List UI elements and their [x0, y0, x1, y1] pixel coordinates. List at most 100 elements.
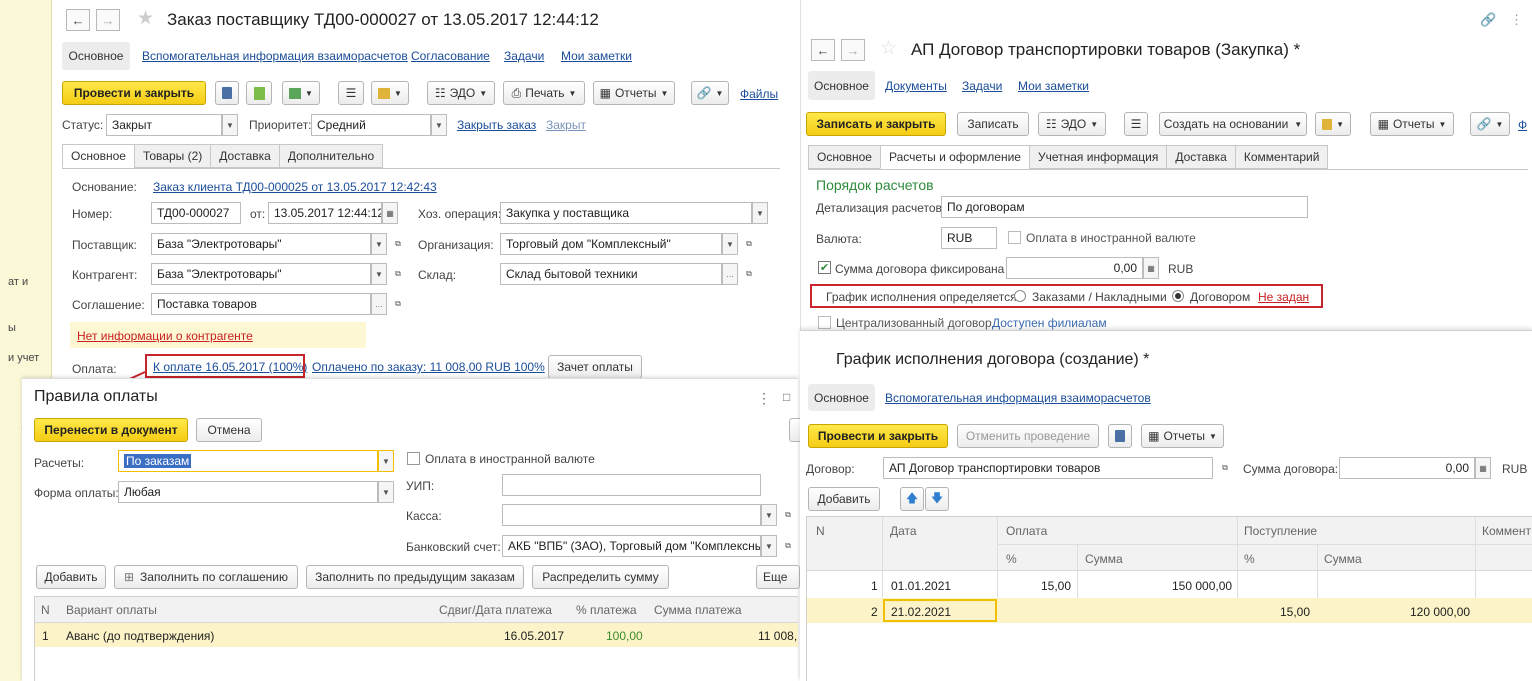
order-nav-tab-main[interactable]: Основное — [62, 42, 130, 70]
status-select[interactable]: Закрыт — [106, 114, 222, 136]
radio-contract[interactable] — [1172, 290, 1184, 302]
number-field[interactable]: ТД00-000027 — [151, 202, 241, 224]
contract-foreign-currency-checkbox[interactable] — [1008, 231, 1021, 244]
order-nav-tab-approval[interactable]: Согласование — [411, 49, 490, 63]
transfer-to-document-button[interactable]: Перенести в документ — [34, 418, 188, 442]
supplier-field[interactable]: База "Электротовары" — [151, 233, 371, 255]
priority-dropdown[interactable]: ▼ — [431, 114, 447, 136]
print-button[interactable]: ⎙ Печать ▼ — [503, 81, 585, 105]
col-header-receipt[interactable]: Поступление — [1244, 524, 1317, 538]
col-header-pay-pct[interactable]: % — [1006, 552, 1017, 566]
contract-attach-button[interactable]: ▼ — [1315, 112, 1351, 136]
write-close-button[interactable]: Записать и закрыть — [806, 112, 946, 136]
operation-select[interactable]: Закупка у поставщика — [500, 202, 752, 224]
back-button[interactable]: ← — [66, 9, 90, 31]
bank-select[interactable]: АКБ "ВПБ" (ЗАО), Торговый дом "Комплексн… — [502, 535, 761, 557]
contract-tab-settlements[interactable]: Расчеты и оформление — [879, 145, 1030, 169]
contract-sum-calculator-icon[interactable]: ▦ — [1475, 457, 1491, 479]
contract-nav-tab-tasks[interactable]: Задачи — [962, 79, 1002, 93]
counterparty-field[interactable]: База "Электротовары" — [151, 263, 371, 285]
contract-list-button[interactable]: ☰ — [1124, 112, 1148, 136]
order-tab-goods[interactable]: Товары (2) — [133, 144, 212, 168]
closed-link[interactable]: Закрыт — [546, 118, 586, 132]
window-menu-icon[interactable]: ⋮ — [1510, 12, 1523, 28]
fill-by-agreement-button[interactable]: ⊞ Заполнить по соглашению — [114, 565, 298, 589]
contract-nav-tab-documents[interactable]: Документы — [885, 79, 947, 93]
col-header-pct[interactable]: % платежа — [576, 603, 637, 617]
no-info-link[interactable]: Нет информации о контрагенте — [77, 329, 253, 343]
col-header-date[interactable]: Сдвиг/Дата платежа — [439, 603, 552, 617]
dialog-menu-icon[interactable]: ⋮ — [757, 390, 771, 407]
branches-link[interactable]: Доступен филиалам — [992, 316, 1107, 330]
warehouse-open-icon[interactable]: ⧉ — [741, 263, 757, 285]
fill-by-prev-orders-button[interactable]: Заполнить по предыдущим заказам — [306, 565, 524, 589]
warehouse-select-button[interactable]: … — [722, 263, 738, 285]
attachments-button[interactable]: 🔗 ▼ — [691, 81, 729, 105]
detail-field[interactable]: По договорам — [941, 196, 1308, 218]
contract-tab-comment[interactable]: Комментарий — [1234, 145, 1329, 169]
move-down-button[interactable]: 🡇 — [925, 487, 949, 511]
supplier-dropdown[interactable]: ▼ — [371, 233, 387, 255]
payment-form-dropdown[interactable]: ▼ — [378, 481, 394, 503]
contract-tab-main[interactable]: Основное — [808, 145, 881, 169]
left-strip-item[interactable]: ат и — [8, 276, 28, 288]
post-close-button[interactable]: Провести и закрыть — [62, 81, 206, 105]
list-button[interactable]: ☰ — [338, 81, 364, 105]
reports-button[interactable]: ▦ Отчеты ▼ — [593, 81, 675, 105]
report-doc-button[interactable] — [246, 81, 272, 105]
write-button[interactable]: Записать — [957, 112, 1029, 136]
col-header-variant[interactable]: Вариант оплаты — [66, 603, 157, 617]
payment-form-select[interactable]: Любая — [118, 481, 378, 503]
order-tab-delivery[interactable]: Доставка — [210, 144, 280, 168]
contract-forward-button[interactable]: → — [841, 39, 865, 61]
centralized-checkbox[interactable] — [818, 316, 831, 329]
agreement-field[interactable]: Поставка товаров — [151, 293, 371, 315]
date-field[interactable]: 13.05.2017 12:44:12 — [268, 202, 382, 224]
contract-attachments-button[interactable]: 🔗 ▼ — [1470, 112, 1510, 136]
files-link[interactable]: Файлы — [740, 87, 778, 101]
schedule-nav-tab-main[interactable]: Основное — [808, 384, 875, 411]
currency-field[interactable]: RUB — [941, 227, 997, 249]
calendar-icon[interactable]: ▦ — [382, 202, 398, 224]
create-based-button[interactable]: ▼ — [282, 81, 320, 105]
left-strip-item[interactable]: и учет — [8, 352, 39, 364]
contract-sum-field[interactable]: 0,00 — [1339, 457, 1475, 479]
create-on-basis-button[interactable]: Создать на основании ▼ — [1159, 112, 1307, 136]
order-tab-main[interactable]: Основное — [62, 144, 135, 168]
distribute-sum-button[interactable]: Распределить сумму — [532, 565, 669, 589]
operation-dropdown[interactable]: ▼ — [752, 202, 768, 224]
bank-open-icon[interactable]: ⧉ — [780, 535, 796, 557]
cash-select[interactable] — [502, 504, 761, 526]
contract-tab-accounting[interactable]: Учетная информация — [1028, 145, 1168, 169]
schedule-save-button[interactable] — [1108, 424, 1132, 448]
settlements-select[interactable]: По заказам — [118, 450, 378, 472]
col-header-date[interactable]: Дата — [890, 524, 917, 538]
order-nav-tab-tasks[interactable]: Задачи — [504, 49, 544, 63]
agreement-select-button[interactable]: … — [371, 293, 387, 315]
contract-edo-button[interactable]: ☷ ЭДО ▼ — [1038, 112, 1106, 136]
col-header-payment[interactable]: Оплата — [1006, 524, 1047, 538]
warehouse-field[interactable]: Склад бытовой техники — [500, 263, 722, 285]
cancel-button[interactable]: Отмена — [196, 418, 262, 442]
more-button[interactable]: Еще — [756, 565, 800, 589]
offset-payment-button[interactable]: Зачет оплаты — [548, 355, 642, 379]
fixed-sum-checkbox[interactable]: ✔ — [818, 261, 831, 274]
supplier-open-icon[interactable]: ⧉ — [390, 233, 406, 255]
fixed-sum-field[interactable]: 0,00 — [1006, 257, 1143, 279]
schedule-add-button[interactable]: Добавить — [808, 487, 880, 511]
status-dropdown[interactable]: ▼ — [222, 114, 238, 136]
attach-doc-button[interactable]: ▼ — [371, 81, 409, 105]
dialog-maximize-icon[interactable]: □ — [783, 390, 790, 404]
bank-dropdown[interactable]: ▼ — [761, 535, 777, 557]
save-button[interactable] — [215, 81, 239, 105]
uip-field[interactable] — [502, 474, 761, 496]
cash-open-icon[interactable]: ⧉ — [780, 504, 796, 526]
contract-reports-button[interactable]: ▦ Отчеты ▼ — [1370, 112, 1454, 136]
contract-nav-tab-notes[interactable]: Мои заметки — [1018, 79, 1089, 93]
radio-orders[interactable] — [1014, 290, 1026, 302]
col-header-rec-pct[interactable]: % — [1244, 552, 1255, 566]
favorite-star-icon[interactable]: ★ — [137, 7, 154, 30]
left-strip-item[interactable]: ы — [8, 322, 16, 334]
order-tab-additional[interactable]: Дополнительно — [278, 144, 384, 168]
close-order-link[interactable]: Закрыть заказ — [457, 118, 536, 132]
